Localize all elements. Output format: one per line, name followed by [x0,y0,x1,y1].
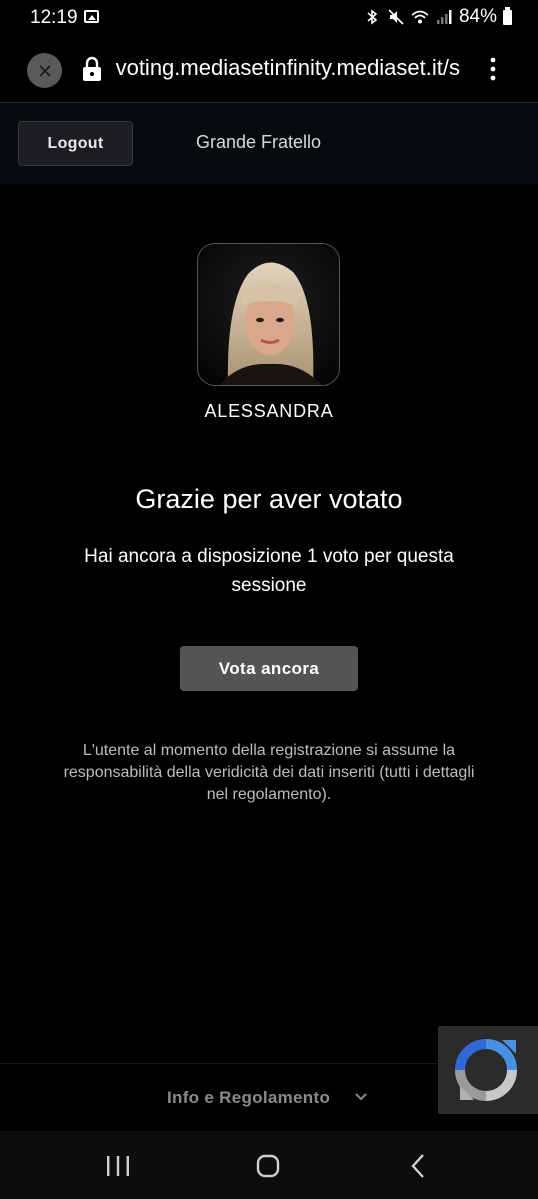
home-icon[interactable] [256,1154,280,1178]
wifi-icon [411,10,429,24]
candidate-portrait [198,244,339,385]
system-nav-bar [0,1131,538,1199]
disclaimer-text: L'utente al momento della registrazione … [63,742,475,803]
browser-url-bar: voting.mediasetinfinity.mediaset.it/s [0,36,538,103]
recaptcha-badge[interactable] [438,1026,538,1114]
recents-icon[interactable] [105,1155,131,1177]
close-tab-button[interactable] [27,53,62,88]
show-title: Grande Fratello [196,132,322,152]
lock-icon[interactable] [82,56,102,82]
recaptcha-icon [455,1039,517,1101]
battery-percent: 84% [458,6,497,27]
app-header: Logout Grande Fratello [0,103,538,184]
candidate-name: ALESSANDRA [204,401,334,421]
thanks-title: Grazie per aver votato [135,484,403,514]
status-icons: 84% [363,6,512,28]
back-icon[interactable] [410,1153,426,1179]
status-bar: 12:19 84% [0,0,538,36]
info-regolamento-link[interactable]: Info e Regolamento [167,1088,330,1108]
remaining-votes-text: Hai ancora a disposizione 1 voto per que… [84,546,454,596]
vote-again-button[interactable]: Vota ancora [180,646,358,691]
url-field[interactable]: voting.mediasetinfinity.mediaset.it/s [116,55,460,85]
screen: 12:19 84% voting.mediasetinfinity.medias… [0,0,538,1199]
status-time: 12:19 [30,7,78,28]
mute-icon [388,9,404,25]
logout-button[interactable]: Logout [18,121,133,166]
signal-icon [436,10,452,24]
url-text: voting.mediasetinfinity.mediaset.it/s [116,55,460,80]
candidate-avatar [197,243,340,386]
chevron-down-icon[interactable] [354,1092,368,1102]
more-options-icon[interactable] [486,56,500,82]
bluetooth-icon [367,9,378,25]
battery-icon [503,6,512,25]
close-icon [38,64,51,77]
image-icon [84,10,99,23]
